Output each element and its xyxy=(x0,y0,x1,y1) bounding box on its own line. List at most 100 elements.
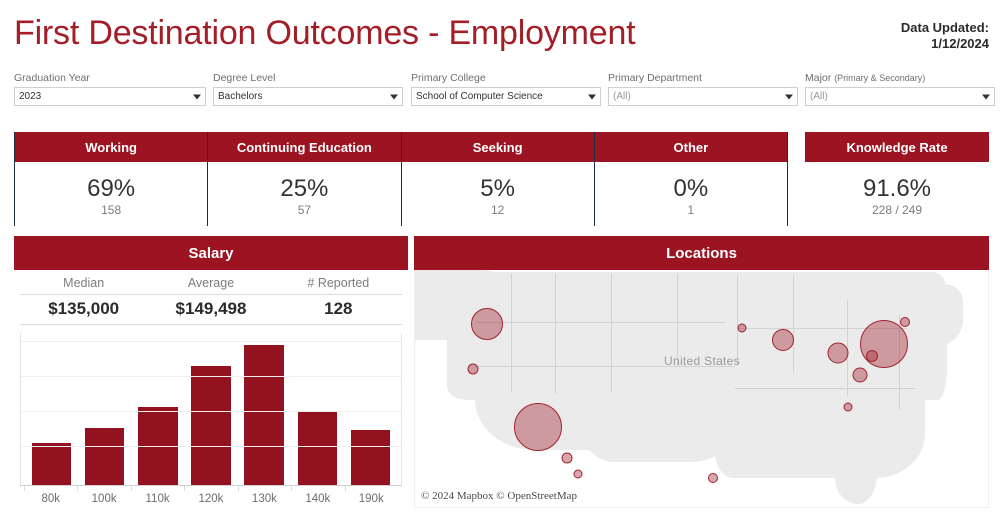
filter-graduation-year[interactable]: Graduation Year 2023 xyxy=(14,72,206,106)
salary-bar-column[interactable] xyxy=(238,333,291,485)
filter-label-primary-department: Primary Department xyxy=(608,72,702,84)
map-border-h1 xyxy=(475,322,725,323)
chevron-down-icon[interactable] xyxy=(982,94,990,99)
salary-stat-value-average-cell: $149,498 xyxy=(147,295,274,324)
filter-bar: Graduation Year 2023 Degree Level Bachel… xyxy=(0,72,1003,118)
salary-bar[interactable] xyxy=(31,443,72,485)
kpi-body-working: 69% 158 xyxy=(15,162,207,226)
salary-stats-divider-bottom xyxy=(20,324,402,325)
filter-value-degree-level: Bachelors xyxy=(218,91,263,102)
salary-stat-label-median: Median xyxy=(63,276,105,290)
kpi-card-knowledge-rate[interactable]: Knowledge Rate 91.6% 228 / 249 xyxy=(805,132,989,226)
kpi-card-other[interactable]: Other 0% 1 xyxy=(594,132,787,226)
salary-axis-tickmark xyxy=(344,486,346,491)
locations-map[interactable]: United States © 2024 Mapbox © OpenStreet… xyxy=(414,270,989,508)
kpi-body-other: 0% 1 xyxy=(595,162,787,226)
salary-stat-label-average: Average xyxy=(187,276,235,290)
salary-bar-column[interactable] xyxy=(131,333,184,485)
salary-bar-column[interactable] xyxy=(25,333,78,485)
kpi-body-knowledge-rate: 91.6% 228 / 249 xyxy=(805,162,989,226)
map-location-bubble[interactable] xyxy=(827,342,849,364)
salary-stat-value-reported-cell: 128 xyxy=(275,295,402,324)
map-location-bubble[interactable] xyxy=(866,350,879,363)
filter-major[interactable]: Major (Primary & Secondary) (All) xyxy=(805,72,995,106)
kpi-count-seeking: 12 xyxy=(490,202,505,217)
salary-stat-label-average-cell: Average xyxy=(147,270,274,294)
map-location-bubble[interactable] xyxy=(561,452,573,464)
map-landmass-texas xyxy=(585,392,735,462)
filter-label-major: Major (Primary & Secondary) xyxy=(805,72,995,84)
kpi-body-seeking: 5% 12 xyxy=(402,162,594,226)
map-location-bubble[interactable] xyxy=(737,323,747,333)
filter-select-primary-department[interactable]: (All) xyxy=(608,87,798,106)
salary-axis-tick: 120k xyxy=(184,486,237,505)
salary-axis-tick: 110k xyxy=(130,486,184,505)
dashboard-root: First Destination Outcomes - Employment … xyxy=(0,0,1003,514)
map-location-bubble[interactable] xyxy=(513,402,562,451)
salary-bar-column[interactable] xyxy=(291,333,344,485)
filter-primary-college[interactable]: Primary College School of Computer Scien… xyxy=(411,72,601,106)
salary-panel-title: Salary xyxy=(14,236,408,270)
salary-axis-tick: 190k xyxy=(344,486,398,505)
salary-stat-value-median: $135,000 xyxy=(48,299,120,318)
chevron-down-icon[interactable] xyxy=(588,94,596,99)
filter-degree-level[interactable]: Degree Level Bachelors xyxy=(213,72,403,106)
filter-select-graduation-year[interactable]: 2023 xyxy=(14,87,206,106)
map-location-bubble[interactable] xyxy=(707,472,718,483)
chart-gridline-3 xyxy=(21,341,401,343)
salary-bar[interactable] xyxy=(350,430,391,485)
filter-select-major[interactable]: (All) xyxy=(805,87,995,106)
chevron-down-icon[interactable] xyxy=(193,94,201,99)
salary-axis-tickmark xyxy=(237,486,239,491)
filter-value-primary-college: School of Computer Science xyxy=(416,91,543,102)
chart-gridline-0 xyxy=(21,446,401,448)
salary-bar-column[interactable] xyxy=(78,333,131,485)
map-location-bubble[interactable] xyxy=(467,363,479,375)
kpi-count-other: 1 xyxy=(687,202,695,217)
kpi-body-continuing-education: 25% 57 xyxy=(208,162,400,226)
map-location-bubble[interactable] xyxy=(573,469,583,479)
salary-stats-value-row: $135,000 $149,498 128 xyxy=(20,295,402,324)
salary-bar[interactable] xyxy=(85,428,125,485)
salary-axis-tickmark xyxy=(291,486,293,491)
filter-select-primary-college[interactable]: School of Computer Science xyxy=(411,87,601,106)
filter-primary-department[interactable]: Primary Department (All) xyxy=(608,72,798,106)
kpi-percent-working: 69% xyxy=(87,174,136,202)
salary-stat-value-median-cell: $135,000 xyxy=(20,295,147,324)
salary-axis-tick: 80k xyxy=(24,486,77,505)
kpi-card-working[interactable]: Working 69% 158 xyxy=(15,132,209,226)
kpi-card-continuing-education[interactable]: Continuing Education 25% 57 xyxy=(208,132,402,226)
chevron-down-icon[interactable] xyxy=(390,94,398,99)
salary-bar[interactable] xyxy=(297,411,337,485)
map-location-bubble[interactable] xyxy=(771,328,794,351)
salary-axis-tickmark xyxy=(24,486,25,491)
salary-bar[interactable] xyxy=(244,345,284,485)
kpi-group-outcomes: Working 69% 158 Continuing Education 25%… xyxy=(14,132,788,226)
salary-axis-tickmark xyxy=(130,486,132,491)
salary-stats-header-row: Median Average # Reported xyxy=(20,270,402,294)
map-location-bubble[interactable] xyxy=(471,308,504,341)
map-location-bubble[interactable] xyxy=(860,320,909,369)
salary-bar-column[interactable] xyxy=(344,333,397,485)
salary-bar-column[interactable] xyxy=(184,333,237,485)
salary-axis-tick: 130k xyxy=(237,486,291,505)
map-location-bubble[interactable] xyxy=(843,402,853,412)
salary-stat-value-reported: 128 xyxy=(324,299,353,318)
chevron-down-icon[interactable] xyxy=(785,94,793,99)
salary-axis-tick: 140k xyxy=(291,486,344,505)
map-border-v1 xyxy=(555,274,556,394)
dashboard-header: First Destination Outcomes - Employment … xyxy=(0,0,1003,70)
locations-panel: Locations United States © 2024 Mapbox © … xyxy=(414,236,989,508)
salary-stat-label-median-cell: Median xyxy=(20,270,147,294)
kpi-title-continuing-education: Continuing Education xyxy=(208,132,401,162)
salary-axis-tick: 100k xyxy=(77,486,130,505)
salary-bar[interactable] xyxy=(191,366,231,485)
filter-select-degree-level[interactable]: Bachelors xyxy=(213,87,403,106)
map-border-v4 xyxy=(737,276,738,364)
data-updated-label: Data Updated: xyxy=(900,20,989,35)
kpi-card-seeking[interactable]: Seeking 5% 12 xyxy=(401,132,595,226)
salary-histogram-axis-labels: 80k 100k 110k 120k 130k 140k 190k xyxy=(20,486,402,505)
filter-label-graduation-year: Graduation Year xyxy=(14,72,90,84)
map-location-bubble[interactable] xyxy=(852,367,868,383)
map-location-bubble[interactable] xyxy=(899,316,910,327)
